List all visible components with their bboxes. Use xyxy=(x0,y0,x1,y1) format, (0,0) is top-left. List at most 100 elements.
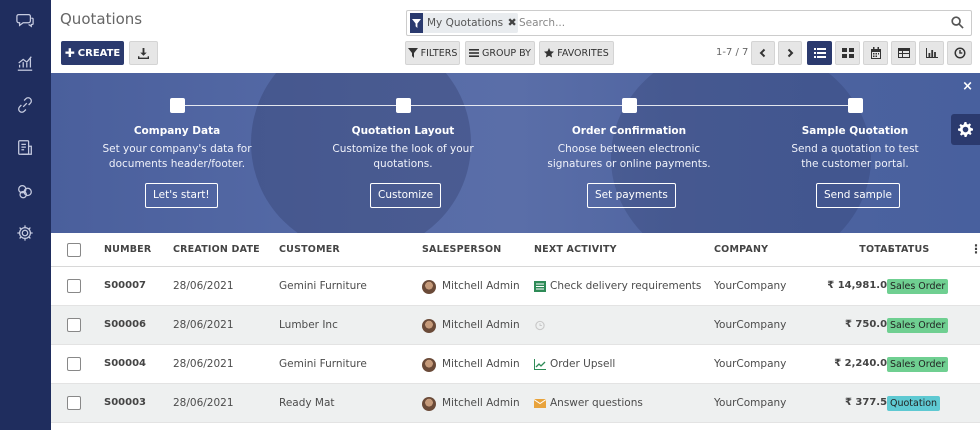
activity-view-button[interactable] xyxy=(947,41,972,65)
column-customer[interactable]: CUSTOMER xyxy=(279,244,340,255)
settings-icon[interactable] xyxy=(15,223,35,243)
close-banner-button[interactable]: × xyxy=(962,79,973,94)
status-badge: Sales Order xyxy=(887,318,949,333)
row-customer: Gemini Furniture xyxy=(279,280,367,292)
clock-icon[interactable] xyxy=(534,320,546,331)
table-row[interactable]: S00003 28/06/2021 Ready Mat Mitchell Adm… xyxy=(51,384,980,423)
star-icon xyxy=(544,48,555,58)
status-badge: Quotation xyxy=(887,396,941,411)
pager-previous-button[interactable] xyxy=(751,41,775,65)
calendar-icon xyxy=(870,47,881,59)
filters-label: FILTERS xyxy=(420,47,458,59)
calendar-view-button[interactable] xyxy=(863,41,888,65)
plus-icon: ✚ xyxy=(64,46,75,60)
group-by-button[interactable]: GROUP BY xyxy=(465,41,535,65)
step-description: Send a quotation to test the customer po… xyxy=(791,143,919,170)
search-input[interactable] xyxy=(519,14,939,32)
row-number: S00007 xyxy=(104,280,146,291)
create-label: CREATE xyxy=(77,47,121,59)
column-creation-date[interactable]: CREATION DATE xyxy=(173,244,260,255)
row-customer: Lumber Inc xyxy=(279,319,338,331)
optional-columns-toggle[interactable]: ⋮ xyxy=(970,242,980,256)
coins-icon[interactable] xyxy=(15,181,35,201)
upsell-chart-icon[interactable] xyxy=(534,359,546,370)
group-by-icon xyxy=(469,49,480,57)
checklist-icon[interactable] xyxy=(534,281,546,292)
create-button[interactable]: ✚ CREATE xyxy=(61,41,124,65)
row-salesperson: Mitchell Admin xyxy=(442,280,520,292)
chart-icon[interactable] xyxy=(15,53,35,73)
column-company[interactable]: COMPANY xyxy=(714,244,768,255)
pivot-view-button[interactable] xyxy=(891,41,916,65)
remove-facet-button[interactable]: ✖ xyxy=(506,13,518,33)
list-view-button[interactable] xyxy=(807,41,832,65)
step-description: Choose between electronic signatures or … xyxy=(547,143,711,170)
row-number: S00004 xyxy=(104,358,146,369)
pager-value[interactable]: 1-7 / 7 xyxy=(716,47,748,58)
column-number[interactable]: NUMBER xyxy=(104,244,151,255)
row-checkbox[interactable] xyxy=(67,279,81,293)
row-number: S00006 xyxy=(104,319,146,330)
step-description: Set your company's data for documents he… xyxy=(102,143,252,170)
search-icon[interactable] xyxy=(951,16,965,30)
column-next-activity[interactable]: NEXT ACTIVITY xyxy=(534,244,617,255)
download-button[interactable] xyxy=(129,41,158,65)
row-checkbox[interactable] xyxy=(67,318,81,332)
row-date: 28/06/2021 xyxy=(173,358,234,370)
row-activity[interactable]: Order Upsell xyxy=(550,358,615,370)
row-checkbox[interactable] xyxy=(67,396,81,410)
kanban-view-button[interactable] xyxy=(835,41,860,65)
step-description: Customize the look of your quotations. xyxy=(332,143,474,170)
pager-next-button[interactable] xyxy=(778,41,802,65)
row-activity[interactable]: Answer questions xyxy=(550,397,643,409)
envelope-icon[interactable] xyxy=(534,398,546,409)
search-facet: My Quotations ✖ xyxy=(410,13,519,33)
row-salesperson: Mitchell Admin xyxy=(442,319,520,331)
download-icon xyxy=(138,47,149,59)
group-by-label: GROUP BY xyxy=(482,47,531,59)
status-badge: Sales Order xyxy=(887,357,949,372)
link-icon[interactable] xyxy=(15,95,35,115)
favorites-button[interactable]: FAVORITES xyxy=(539,41,614,65)
avatar xyxy=(422,397,436,411)
search-bar: My Quotations ✖ xyxy=(406,10,972,36)
row-checkbox[interactable] xyxy=(67,357,81,371)
avatar xyxy=(422,319,436,333)
banner-settings-button[interactable] xyxy=(951,114,980,145)
gear-icon xyxy=(958,122,973,137)
row-customer: Gemini Furniture xyxy=(279,358,367,370)
bar-chart-icon xyxy=(925,48,938,58)
discuss-icon[interactable] xyxy=(15,10,35,30)
row-total: ₹ 377.50 xyxy=(844,397,894,408)
step-title: Quotation Layout xyxy=(351,125,455,137)
row-total: ₹ 2,240.00 xyxy=(834,358,894,369)
table-row[interactable]: S00007 28/06/2021 Gemini Furniture Mitch… xyxy=(51,267,980,306)
table-icon xyxy=(897,48,910,58)
set-payments-button[interactable]: Set payments xyxy=(587,183,676,208)
list-icon xyxy=(813,48,826,58)
table-row[interactable]: S00004 28/06/2021 Gemini Furniture Mitch… xyxy=(51,345,980,384)
column-salesperson[interactable]: SALESPERSON xyxy=(422,244,501,255)
row-company: YourCompany xyxy=(714,319,787,331)
lets-start-button[interactable]: Let's start! xyxy=(145,183,218,208)
row-activity[interactable]: Check delivery requirements xyxy=(550,280,701,292)
graph-view-button[interactable] xyxy=(919,41,944,65)
document-icon[interactable] xyxy=(15,138,35,158)
column-total[interactable]: TOTAL xyxy=(811,244,894,255)
facet-label: My Quotations xyxy=(427,17,504,29)
column-status[interactable]: STATUS xyxy=(888,244,929,255)
clock-icon xyxy=(954,47,965,59)
customize-button[interactable]: Customize xyxy=(370,183,442,208)
table-header: NUMBER CREATION DATE CUSTOMER SALESPERSO… xyxy=(51,233,980,267)
filters-button[interactable]: FILTERS xyxy=(405,41,460,65)
row-customer: Ready Mat xyxy=(279,397,335,409)
select-all-checkbox[interactable] xyxy=(67,243,81,257)
step-marker xyxy=(170,98,185,113)
row-company: YourCompany xyxy=(714,397,787,409)
chevron-left-icon xyxy=(759,48,766,58)
send-sample-button[interactable]: Send sample xyxy=(816,183,900,208)
table-row[interactable]: S00006 28/06/2021 Lumber Inc Mitchell Ad… xyxy=(51,306,980,345)
progress-line xyxy=(177,105,855,106)
row-date: 28/06/2021 xyxy=(173,280,234,292)
app-sidebar xyxy=(0,0,51,430)
